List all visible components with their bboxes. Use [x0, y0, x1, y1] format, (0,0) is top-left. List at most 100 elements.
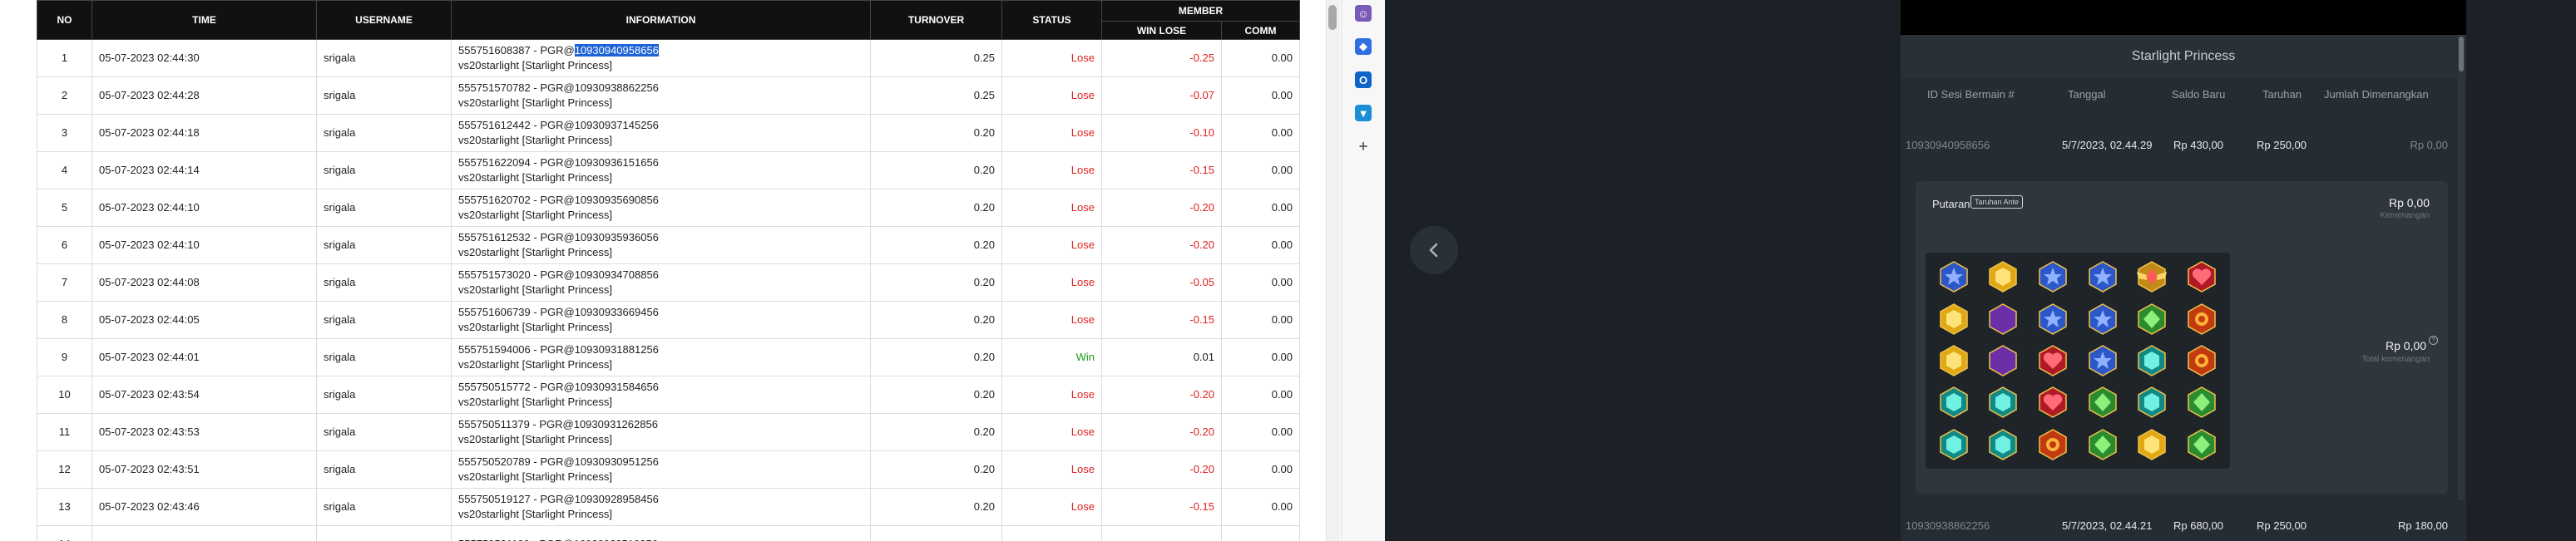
cell-win-lose: -0.15: [1101, 488, 1222, 526]
header-comm[interactable]: COMM: [1221, 21, 1300, 40]
table-row[interactable]: 10 05-07-2023 02:43:54 srigala 555750515772…: [37, 376, 1300, 414]
cell-status: Lose: [1001, 488, 1102, 526]
history-scrollbar[interactable]: [2458, 35, 2465, 500]
info-transaction: 555751606739 - PGR@10930933669456: [458, 305, 863, 320]
info-round-id[interactable]: 10930937145256: [575, 119, 659, 131]
info-round-id[interactable]: 10930936151656: [575, 156, 659, 169]
info-transaction: 555751612532 - PGR@10930935936056: [458, 230, 863, 245]
green-gem-icon: [2138, 302, 2167, 335]
cell-win-lose: -0.20: [1101, 226, 1222, 264]
history-row[interactable]: 10930940958656 5/7/2023, 02.44.29 Rp 430…: [1901, 130, 2458, 160]
table-row[interactable]: 9 05-07-2023 02:44:01 srigala 555751594006 …: [37, 338, 1300, 376]
red-heart-gem-icon: [2188, 261, 2216, 293]
cell-time: 05-07-2023 02:43:51: [91, 450, 317, 489]
info-round-id[interactable]: 10930930951256: [575, 455, 659, 468]
outlook-icon[interactable]: O: [1355, 71, 1372, 88]
header-status[interactable]: STATUS: [1001, 0, 1102, 40]
info-round-id[interactable]: 10930940958656: [574, 44, 659, 57]
spin-detail-card: Putaran Taruhan Ante Rp 0,00 Kemenangan …: [1916, 181, 2448, 494]
info-icon[interactable]: ?: [2429, 336, 2438, 345]
header-information[interactable]: INFORMATION: [451, 0, 871, 40]
cell-no: 5: [37, 189, 92, 227]
table-row[interactable]: 8 05-07-2023 02:44:05 srigala 555751606739 …: [37, 301, 1300, 339]
table-row[interactable]: 6 05-07-2023 02:44:10 srigala 555751612532 …: [37, 226, 1300, 264]
cell-status: Lose: [1001, 114, 1102, 152]
info-game: vs20starlight [Starlight Princess]: [458, 508, 612, 520]
user-avatar-icon[interactable]: ☺: [1355, 5, 1372, 22]
page-scrollbar[interactable]: [1326, 0, 1340, 541]
cell-turnover: 0.20: [870, 413, 1002, 451]
cell-no: 10: [37, 376, 92, 414]
info-game: vs20starlight [Starlight Princess]: [458, 209, 612, 221]
info-round-id[interactable]: 10930931584656: [575, 381, 659, 393]
cell-information: 555751570782 - PGR@10930938862256 vs20sta…: [451, 76, 871, 115]
info-round-id[interactable]: 10930931881256: [575, 343, 659, 356]
red-sun-gem-icon: [2188, 302, 2216, 335]
table-row[interactable]: 7 05-07-2023 02:44:08 srigala 555751573020 …: [37, 263, 1300, 302]
row-session-id: 10930940958656: [1906, 139, 1990, 151]
table-row[interactable]: 14 555750521109 - PGR@10930928519856: [37, 525, 1300, 541]
info-round-id[interactable]: 10930935690856: [575, 194, 659, 206]
header-turnover[interactable]: TURNOVER: [870, 0, 1002, 40]
info-round-id[interactable]: 10930928958456: [575, 493, 659, 505]
cell-information: 555750511379 - PGR@10930931262856 vs20sta…: [451, 413, 871, 451]
info-prefix: 555751620702 - PGR@: [458, 194, 575, 206]
info-round-id[interactable]: 10930931262856: [574, 418, 658, 430]
cell-status: Lose: [1001, 413, 1102, 451]
cell-win-lose: 0.01: [1101, 338, 1222, 376]
info-transaction: 555751608387 - PGR@10930940958656: [458, 43, 863, 58]
row-bet: Rp 250,00: [2257, 139, 2307, 151]
cell-time: 05-07-2023 02:44:01: [91, 338, 317, 376]
cell-time: 05-07-2023 02:44:28: [91, 76, 317, 115]
cell-comm: 0.00: [1221, 151, 1300, 189]
info-transaction: 555750519127 - PGR@10930928958456: [458, 492, 863, 507]
cell-no: 14: [37, 525, 92, 541]
header-no[interactable]: NO: [37, 0, 92, 40]
table-row[interactable]: 11 05-07-2023 02:43:53 srigala 555750511379…: [37, 413, 1300, 451]
info-round-id[interactable]: 10930933669456: [575, 306, 659, 318]
info-prefix: 555750511379 - PGR@: [458, 418, 574, 430]
info-game: vs20starlight [Starlight Princess]: [458, 283, 612, 296]
cell-username: srigala: [316, 376, 452, 414]
history-scrollbar-thumb[interactable]: [2459, 37, 2464, 71]
cell-information: 555751608387 - PGR@10930940958656 vs20sta…: [451, 39, 871, 77]
table-row[interactable]: 5 05-07-2023 02:44:10 srigala 555751620702 …: [37, 189, 1300, 227]
info-round-id[interactable]: 10930935936056: [575, 231, 659, 243]
cell-username: [316, 525, 452, 541]
cell-information: 555751606739 - PGR@10930933669456 vs20sta…: [451, 301, 871, 339]
info-transaction: 555750511379 - PGR@10930931262856: [458, 417, 863, 432]
header-time[interactable]: TIME: [91, 0, 317, 40]
table-row[interactable]: 2 05-07-2023 02:44:28 srigala 555751570782 …: [37, 76, 1300, 115]
green-gem-icon: [2188, 386, 2216, 419]
table-row[interactable]: 12 05-07-2023 02:43:51 srigala 555750520789…: [37, 450, 1300, 489]
row-balance: Rp 430,00: [2173, 139, 2223, 151]
blue-star-gem-icon: [2039, 261, 2067, 293]
cell-win-lose: -0.15: [1101, 151, 1222, 189]
add-icon[interactable]: +: [1355, 138, 1372, 155]
shopping-icon[interactable]: ▼: [1355, 105, 1372, 121]
history-row[interactable]: 10930938862256 5/7/2023, 02.44.21 Rp 680…: [1901, 510, 2458, 540]
table-row[interactable]: 1 05-07-2023 02:44:30 srigala 555751608387 …: [37, 39, 1300, 77]
table-row[interactable]: 13 05-07-2023 02:43:46 srigala 555750519127…: [37, 488, 1300, 526]
table-row[interactable]: 3 05-07-2023 02:44:18 srigala 555751612442 …: [37, 114, 1300, 152]
cell-username: srigala: [316, 488, 452, 526]
purple-moon-gem-icon: [1989, 302, 2018, 335]
info-round-id[interactable]: 10930934708856: [575, 268, 659, 281]
header-win-lose[interactable]: WIN LOSE: [1101, 21, 1222, 40]
row-session-id: 10930938862256: [1906, 519, 1990, 532]
extension-icon[interactable]: ◆: [1355, 38, 1372, 55]
cell-time: 05-07-2023 02:44:18: [91, 114, 317, 152]
history-panel: Starlight Princess ID Sesi Bermain # Tan…: [1901, 0, 2466, 541]
green-gem-icon: [2188, 428, 2216, 460]
page-scrollbar-thumb[interactable]: [1328, 5, 1337, 30]
info-prefix: 555751573020 - PGR@: [458, 268, 575, 281]
cell-no: 9: [37, 338, 92, 376]
table-row[interactable]: 4 05-07-2023 02:44:14 srigala 555751622094 …: [37, 151, 1300, 189]
back-button[interactable]: [1410, 226, 1458, 274]
panel-top-bar: [1901, 0, 2466, 35]
cell-comm: 0.00: [1221, 301, 1300, 339]
header-username[interactable]: USERNAME: [316, 0, 452, 40]
info-round-id[interactable]: 10930938862256: [575, 81, 659, 94]
cell-time: 05-07-2023 02:43:46: [91, 488, 317, 526]
cell-turnover: 0.20: [870, 450, 1002, 489]
